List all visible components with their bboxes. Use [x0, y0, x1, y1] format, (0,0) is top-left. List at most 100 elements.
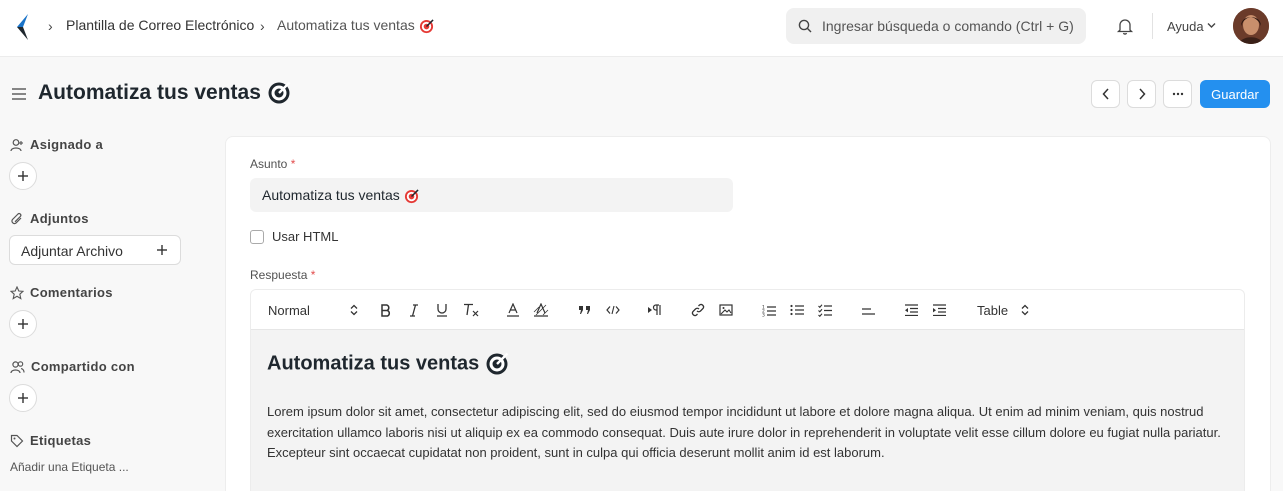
bullet-list-icon: [789, 304, 804, 316]
svg-text:3: 3: [762, 312, 765, 317]
format-select[interactable]: Normal: [268, 300, 358, 320]
sort-arrows-icon: [350, 304, 358, 316]
align-button[interactable]: [859, 300, 877, 320]
user-avatar-icon: [1233, 8, 1269, 44]
breadcrumb-item[interactable]: Plantilla de Correo Electrónico: [66, 17, 254, 33]
clear-format-button[interactable]: [461, 300, 481, 320]
use-html-label[interactable]: Usar HTML: [272, 229, 338, 244]
editor-heading: Automatiza tus ventas: [267, 352, 509, 376]
outdent-button[interactable]: [902, 300, 920, 320]
subject-label: Asunto *: [250, 157, 296, 171]
search-icon: [798, 19, 812, 33]
target-emoji-icon: [419, 19, 434, 33]
plus-icon: [18, 319, 28, 329]
divider: [1152, 13, 1153, 39]
bold-icon: [381, 303, 390, 317]
shared-with-label: Compartido con: [31, 359, 135, 374]
previous-record-button[interactable]: [1091, 80, 1120, 108]
indent-icon: [932, 304, 946, 316]
underline-icon: [437, 304, 447, 317]
editor-body-text: Lorem ipsum dolor sit amet, consectetur …: [267, 404, 1221, 460]
background-color-button[interactable]: [531, 300, 551, 320]
clear-format-icon: [464, 303, 479, 317]
attachments-section: Adjuntos: [10, 211, 89, 226]
target-emoji-icon: [404, 189, 419, 203]
highlight-icon: [533, 303, 549, 317]
tag-icon: [10, 434, 24, 447]
align-left-icon: [861, 308, 875, 315]
star-icon: [10, 285, 24, 300]
navbar: › Plantilla de Correo Electrónico › Auto…: [0, 0, 1283, 57]
tags-section: Etiquetas: [10, 433, 91, 448]
use-html-checkbox[interactable]: [250, 230, 264, 244]
chevron-right-icon: ›: [260, 18, 265, 34]
image-icon: [719, 304, 733, 316]
app-logo-icon[interactable]: [14, 13, 32, 41]
sort-arrows-icon: [1021, 304, 1029, 316]
add-comment-button[interactable]: [9, 310, 37, 338]
breadcrumb-item-current[interactable]: Automatiza tus ventas: [277, 17, 434, 34]
text-color-button[interactable]: [504, 300, 522, 320]
bell-icon[interactable]: [1116, 17, 1134, 35]
bold-button[interactable]: [377, 300, 395, 320]
plus-icon: [157, 245, 167, 255]
ordered-list-icon: 123: [762, 304, 776, 317]
help-menu[interactable]: Ayuda: [1167, 19, 1204, 34]
editor-toolbar: Normal 1 2 3 Table: [251, 290, 1244, 330]
assigned-to-label: Asignado a: [30, 137, 104, 152]
paragraph-direction-icon: [648, 304, 661, 315]
italic-icon: [410, 303, 418, 317]
more-actions-button[interactable]: [1163, 80, 1192, 108]
comments-section: Comentarios: [10, 285, 113, 300]
add-share-button[interactable]: [9, 384, 37, 412]
italic-button[interactable]: [405, 300, 423, 320]
sidebar-toggle-icon[interactable]: [11, 87, 27, 101]
comments-label: Comentarios: [30, 285, 113, 300]
attachments-label: Adjuntos: [30, 211, 89, 226]
ordered-list-button[interactable]: 123: [760, 300, 778, 320]
image-button[interactable]: [717, 300, 735, 320]
chevron-right-icon: ›: [48, 18, 53, 34]
check-list-button[interactable]: [816, 300, 834, 320]
checklist-icon: [817, 303, 832, 317]
underline-button[interactable]: [433, 300, 451, 320]
add-assignee-button[interactable]: [9, 162, 37, 190]
save-button[interactable]: Guardar: [1200, 80, 1270, 108]
user-add-icon: [10, 138, 23, 151]
page-title: Automatiza tus ventas: [38, 81, 291, 105]
quote-icon: [579, 306, 590, 314]
shared-with-section: Compartido con: [10, 359, 135, 374]
outdent-icon: [904, 304, 918, 316]
table-select[interactable]: Table: [977, 300, 1029, 320]
chevron-right-icon: [1138, 88, 1146, 100]
plus-icon: [18, 393, 28, 403]
text-direction-button[interactable]: [646, 300, 664, 320]
text-color-icon: [507, 303, 519, 317]
bullet-list-button[interactable]: [788, 300, 806, 320]
format-select-value: Normal: [268, 302, 310, 318]
assigned-to-section: Asignado a: [10, 137, 103, 152]
subject-field[interactable]: Automatiza tus ventas: [250, 178, 733, 212]
response-editor[interactable]: Normal 1 2 3 Table Automatiza tus ventas…: [250, 289, 1245, 491]
avatar[interactable]: [1233, 8, 1269, 44]
next-record-button[interactable]: [1127, 80, 1156, 108]
subject-value: Automatiza tus ventas: [262, 187, 419, 204]
search-bar[interactable]: Ingresar búsqueda o comando (Ctrl + G): [786, 8, 1086, 44]
attach-file-button[interactable]: Adjuntar Archivo: [9, 235, 181, 265]
link-icon: [691, 303, 705, 317]
link-button[interactable]: [689, 300, 707, 320]
table-select-value: Table: [977, 302, 1009, 318]
chevron-left-icon: [1101, 88, 1109, 100]
more-horizontal-icon: [1172, 92, 1183, 96]
indent-button[interactable]: [930, 300, 948, 320]
response-label: Respuesta *: [250, 268, 316, 282]
blockquote-button[interactable]: [576, 300, 594, 320]
add-tag-link[interactable]: Añadir una Etiqueta ...: [10, 460, 129, 474]
code-block-button[interactable]: [604, 300, 622, 320]
chevron-down-icon[interactable]: [1207, 22, 1216, 29]
target-emoji-icon: [268, 82, 291, 104]
paperclip-icon: [11, 212, 22, 224]
search-input[interactable]: Ingresar búsqueda o comando (Ctrl + G): [822, 18, 1074, 34]
attach-file-label: Adjuntar Archivo: [21, 243, 123, 259]
tags-label: Etiquetas: [30, 433, 92, 448]
